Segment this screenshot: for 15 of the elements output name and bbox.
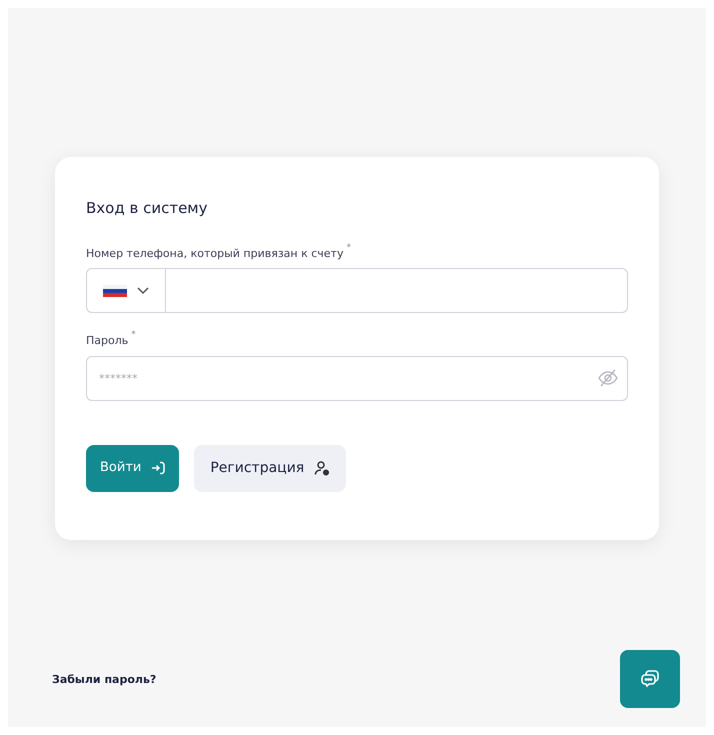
chat-icon <box>639 668 661 690</box>
chat-button[interactable] <box>620 650 680 708</box>
field-label: Пароль <box>86 333 128 349</box>
password-field[interactable]: ******* <box>86 356 628 400</box>
forgot-password-link[interactable]: Забыли пароль? <box>52 672 156 688</box>
login-button[interactable]: Войти <box>86 444 180 492</box>
sign-in-icon <box>151 461 166 475</box>
field-label: Номер телефона, который привязан к счету <box>86 246 344 262</box>
russia-flag-icon <box>103 284 127 296</box>
required-mark: * <box>131 329 136 342</box>
chevron-down-icon <box>137 286 149 294</box>
required-mark: * <box>346 242 351 254</box>
card-title: Вход в систему <box>86 198 208 219</box>
user-icon <box>314 460 330 476</box>
register-button[interactable]: Регистрация <box>194 444 346 492</box>
